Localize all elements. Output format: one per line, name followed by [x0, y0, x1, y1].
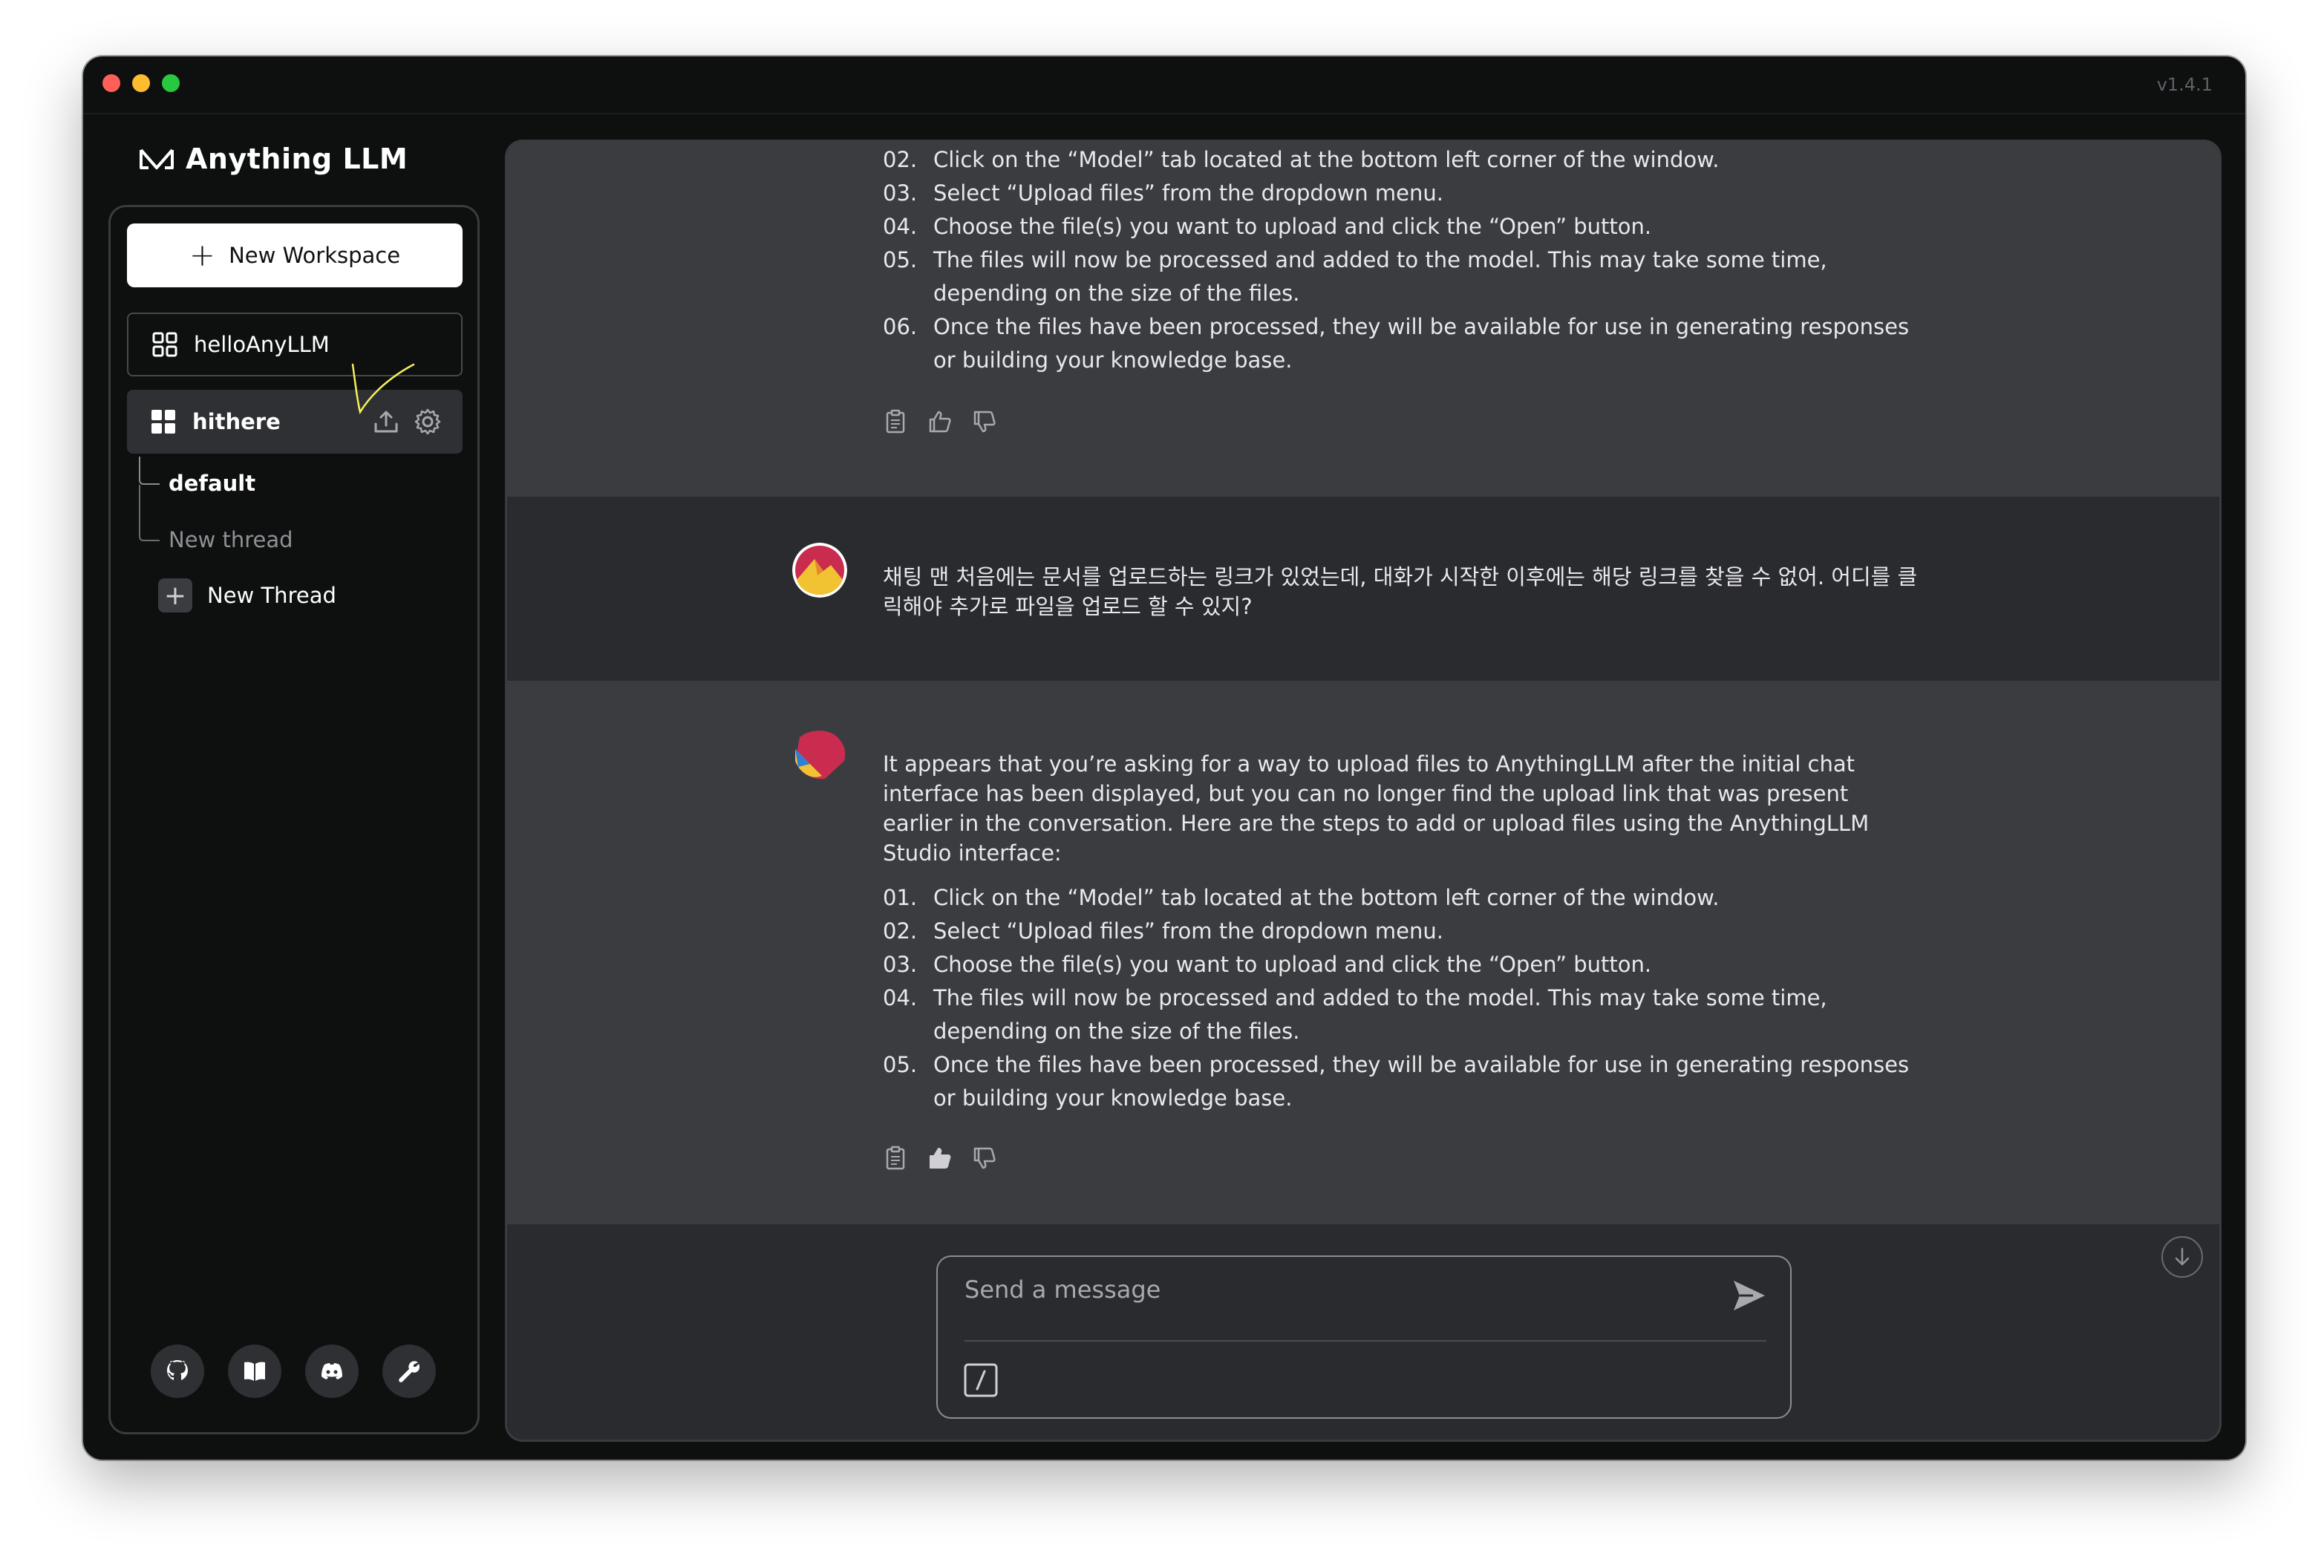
step-text: Click on the “Model” tab located at the … [933, 885, 1720, 910]
step-text: Click on the “Model” tab located at the … [933, 147, 1720, 172]
book-icon [244, 1362, 265, 1381]
slash-command-icon[interactable] [963, 1362, 999, 1398]
list-item: 05. Once the files have been processed, t… [883, 1048, 1922, 1115]
message-input[interactable] [964, 1267, 1692, 1312]
settings-button[interactable] [382, 1345, 436, 1398]
user-avatar-icon [792, 543, 847, 598]
thread-tree-connector [139, 457, 160, 485]
step-text: Select “Upload files” from the dropdown … [933, 180, 1443, 206]
list-item: 03. Choose the file(s) you want to upload… [883, 948, 1922, 981]
step-text: Select “Upload files” from the dropdown … [933, 918, 1443, 944]
step-number: 05. [883, 1052, 918, 1077]
title-bar: v1.4.1 [83, 56, 2245, 114]
step-number: 01. [883, 885, 918, 910]
list-item: 05. The files will now be processed and a… [883, 244, 1922, 310]
plus-icon: + [158, 578, 192, 612]
chat-panel: 02. Click on the “Model” tab located at t… [505, 140, 2222, 1442]
step-text: The files will now be processed and adde… [933, 985, 1827, 1044]
grid-filled-icon [151, 410, 175, 434]
discord-button[interactable] [305, 1345, 359, 1398]
thumbs-up-filled-icon[interactable] [927, 1146, 953, 1171]
assistant-avatar-icon [792, 727, 847, 782]
annotation-checkmark-icon [351, 363, 415, 415]
grid-outline-icon [152, 332, 177, 357]
copy-clipboard-icon[interactable] [883, 409, 908, 434]
step-text: Choose the file(s) you want to upload an… [933, 952, 1652, 977]
list-item: 04. The files will now be processed and a… [883, 981, 1922, 1048]
version-label: v1.4.1 [2156, 74, 2213, 95]
assistant-avatar [792, 727, 847, 782]
plus-icon: + [189, 237, 216, 273]
composer-divider [964, 1340, 1766, 1342]
steps-list: 01. Click on the “Model” tab located at t… [883, 881, 1922, 1115]
list-item: 02. Select “Upload files” from the dropdo… [883, 915, 1922, 948]
step-text: Once the files have been processed, they… [933, 314, 1910, 373]
list-item: 06. Once the files have been processed, t… [883, 310, 1922, 377]
github-icon [167, 1360, 188, 1380]
thumbs-down-icon[interactable] [972, 409, 997, 434]
sidebar: + New Workspace helloAnyLLM hithere defa… [108, 205, 480, 1434]
step-number: 02. [883, 147, 918, 172]
gear-icon[interactable] [414, 408, 442, 436]
thumbs-down-icon[interactable] [972, 1146, 997, 1171]
step-number: 03. [883, 952, 918, 977]
user-message: 채팅 맨 처음에는 문서를 업로드하는 링크가 있었는데, 대화가 시작한 이후… [507, 497, 2219, 681]
user-message-text: 채팅 맨 처음에는 문서를 업로드하는 링크가 있었는데, 대화가 시작한 이후… [883, 564, 1918, 619]
minimize-window-button[interactable] [132, 74, 150, 92]
new-thread-button[interactable]: + New Thread [158, 578, 336, 612]
anything-llm-logo-icon [140, 148, 174, 169]
steps-list: 02. Click on the “Model” tab located at t… [883, 143, 1922, 377]
discord-icon [321, 1363, 342, 1379]
github-button[interactable] [151, 1345, 204, 1398]
step-number: 02. [883, 918, 918, 944]
docs-button[interactable] [228, 1345, 281, 1398]
scroll-to-bottom-button[interactable] [2161, 1236, 2203, 1278]
sidebar-footer [151, 1345, 436, 1398]
assistant-message-previous: 02. Click on the “Model” tab located at t… [507, 142, 2219, 497]
message-actions [883, 1146, 997, 1171]
brand-logo: Anything LLM [138, 143, 408, 175]
maximize-window-button[interactable] [162, 74, 180, 92]
user-avatar [792, 543, 847, 598]
brand-name: Anything LLM [186, 143, 408, 175]
step-number: 05. [883, 247, 918, 272]
step-text: The files will now be processed and adde… [933, 247, 1827, 306]
workspace-label: hithere [192, 409, 281, 434]
thumbs-up-icon[interactable] [927, 409, 953, 434]
thread-item-new-thread[interactable]: New thread [169, 527, 293, 552]
assistant-intro-text: It appears that you’re asking for a way … [883, 751, 1870, 866]
step-number: 03. [883, 180, 918, 206]
new-workspace-button[interactable]: + New Workspace [127, 223, 463, 287]
new-thread-label: New Thread [207, 583, 336, 608]
step-number: 04. [883, 985, 918, 1010]
thread-tree-connector [139, 485, 160, 541]
step-text: Once the files have been processed, they… [933, 1052, 1910, 1111]
list-item: 04. Choose the file(s) you want to upload… [883, 210, 1922, 244]
message-actions [883, 409, 997, 434]
app-window: v1.4.1 Anything LLM + New Workspace hell… [83, 56, 2245, 1460]
list-item: 02. Click on the “Model” tab located at t… [883, 143, 1922, 177]
assistant-message: It appears that you’re asking for a way … [507, 681, 2219, 1224]
copy-clipboard-icon[interactable] [883, 1146, 908, 1171]
close-window-button[interactable] [102, 74, 120, 92]
wrench-icon [399, 1361, 420, 1382]
list-item: 03. Select “Upload files” from the dropdo… [883, 177, 1922, 210]
message-composer [936, 1255, 1792, 1419]
list-item: 01. Click on the “Model” tab located at t… [883, 881, 1922, 915]
step-number: 06. [883, 314, 918, 339]
step-text: Choose the file(s) you want to upload an… [933, 214, 1652, 239]
arrow-down-icon [2175, 1247, 2190, 1266]
workspace-label: helloAnyLLM [194, 332, 330, 357]
new-workspace-label: New Workspace [229, 243, 401, 268]
step-number: 04. [883, 214, 918, 239]
send-icon[interactable] [1728, 1275, 1769, 1316]
thread-item-default[interactable]: default [169, 471, 255, 496]
